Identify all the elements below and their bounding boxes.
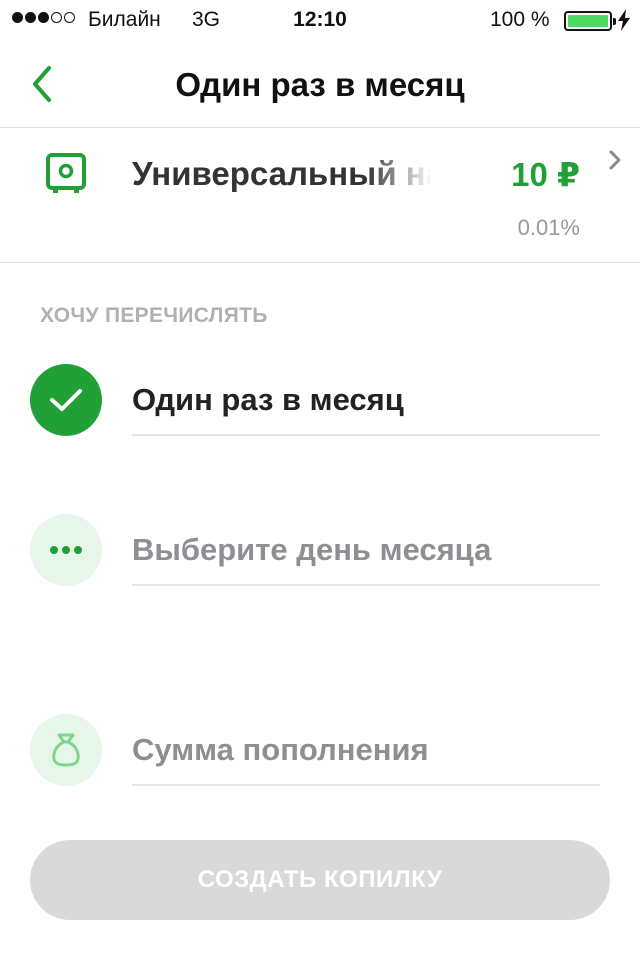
account-name: Универсальный накопительный (132, 155, 432, 192)
option-frequency-label: Один раз в месяц (132, 382, 404, 417)
money-bag-circle (30, 714, 102, 786)
savings-account-row[interactable]: Универсальный накопительный 10 ₽ 0.01% (0, 129, 640, 263)
navigation-bar: Один раз в месяц (0, 40, 640, 128)
option-frequency[interactable]: Один раз в месяц (0, 364, 640, 436)
account-rate: 0.01% (517, 215, 580, 240)
account-balance: 10 ₽ (511, 156, 580, 193)
money-bag-icon (52, 733, 80, 767)
chevron-right-icon (609, 150, 621, 170)
create-piggy-bank-button[interactable]: СОЗДАТЬ КОПИЛКУ (30, 840, 610, 920)
page-title: Один раз в месяц (175, 66, 465, 103)
divider (132, 584, 600, 586)
ellipsis-circle (30, 514, 102, 586)
divider (132, 434, 600, 436)
checkmark-circle (30, 364, 102, 436)
option-top-up-amount[interactable]: Сумма пополнения (0, 714, 640, 786)
safe-icon (46, 153, 86, 193)
battery-icon (564, 11, 616, 31)
option-top-up-amount-label: Сумма пополнения (132, 732, 429, 767)
ellipsis-icon (50, 546, 82, 554)
checkmark-icon (50, 389, 82, 411)
battery-percentage: 100 % (490, 8, 550, 31)
section-label: ХОЧУ ПЕРЕЧИСЛЯТЬ (40, 304, 268, 327)
charging-bolt-icon (618, 9, 630, 31)
option-day-of-month-label: Выберите день месяца (132, 532, 492, 567)
status-bar: Билайн 3G 12:10 100 % (0, 0, 640, 40)
option-day-of-month[interactable]: Выберите день месяца (0, 514, 640, 586)
divider (132, 784, 600, 786)
